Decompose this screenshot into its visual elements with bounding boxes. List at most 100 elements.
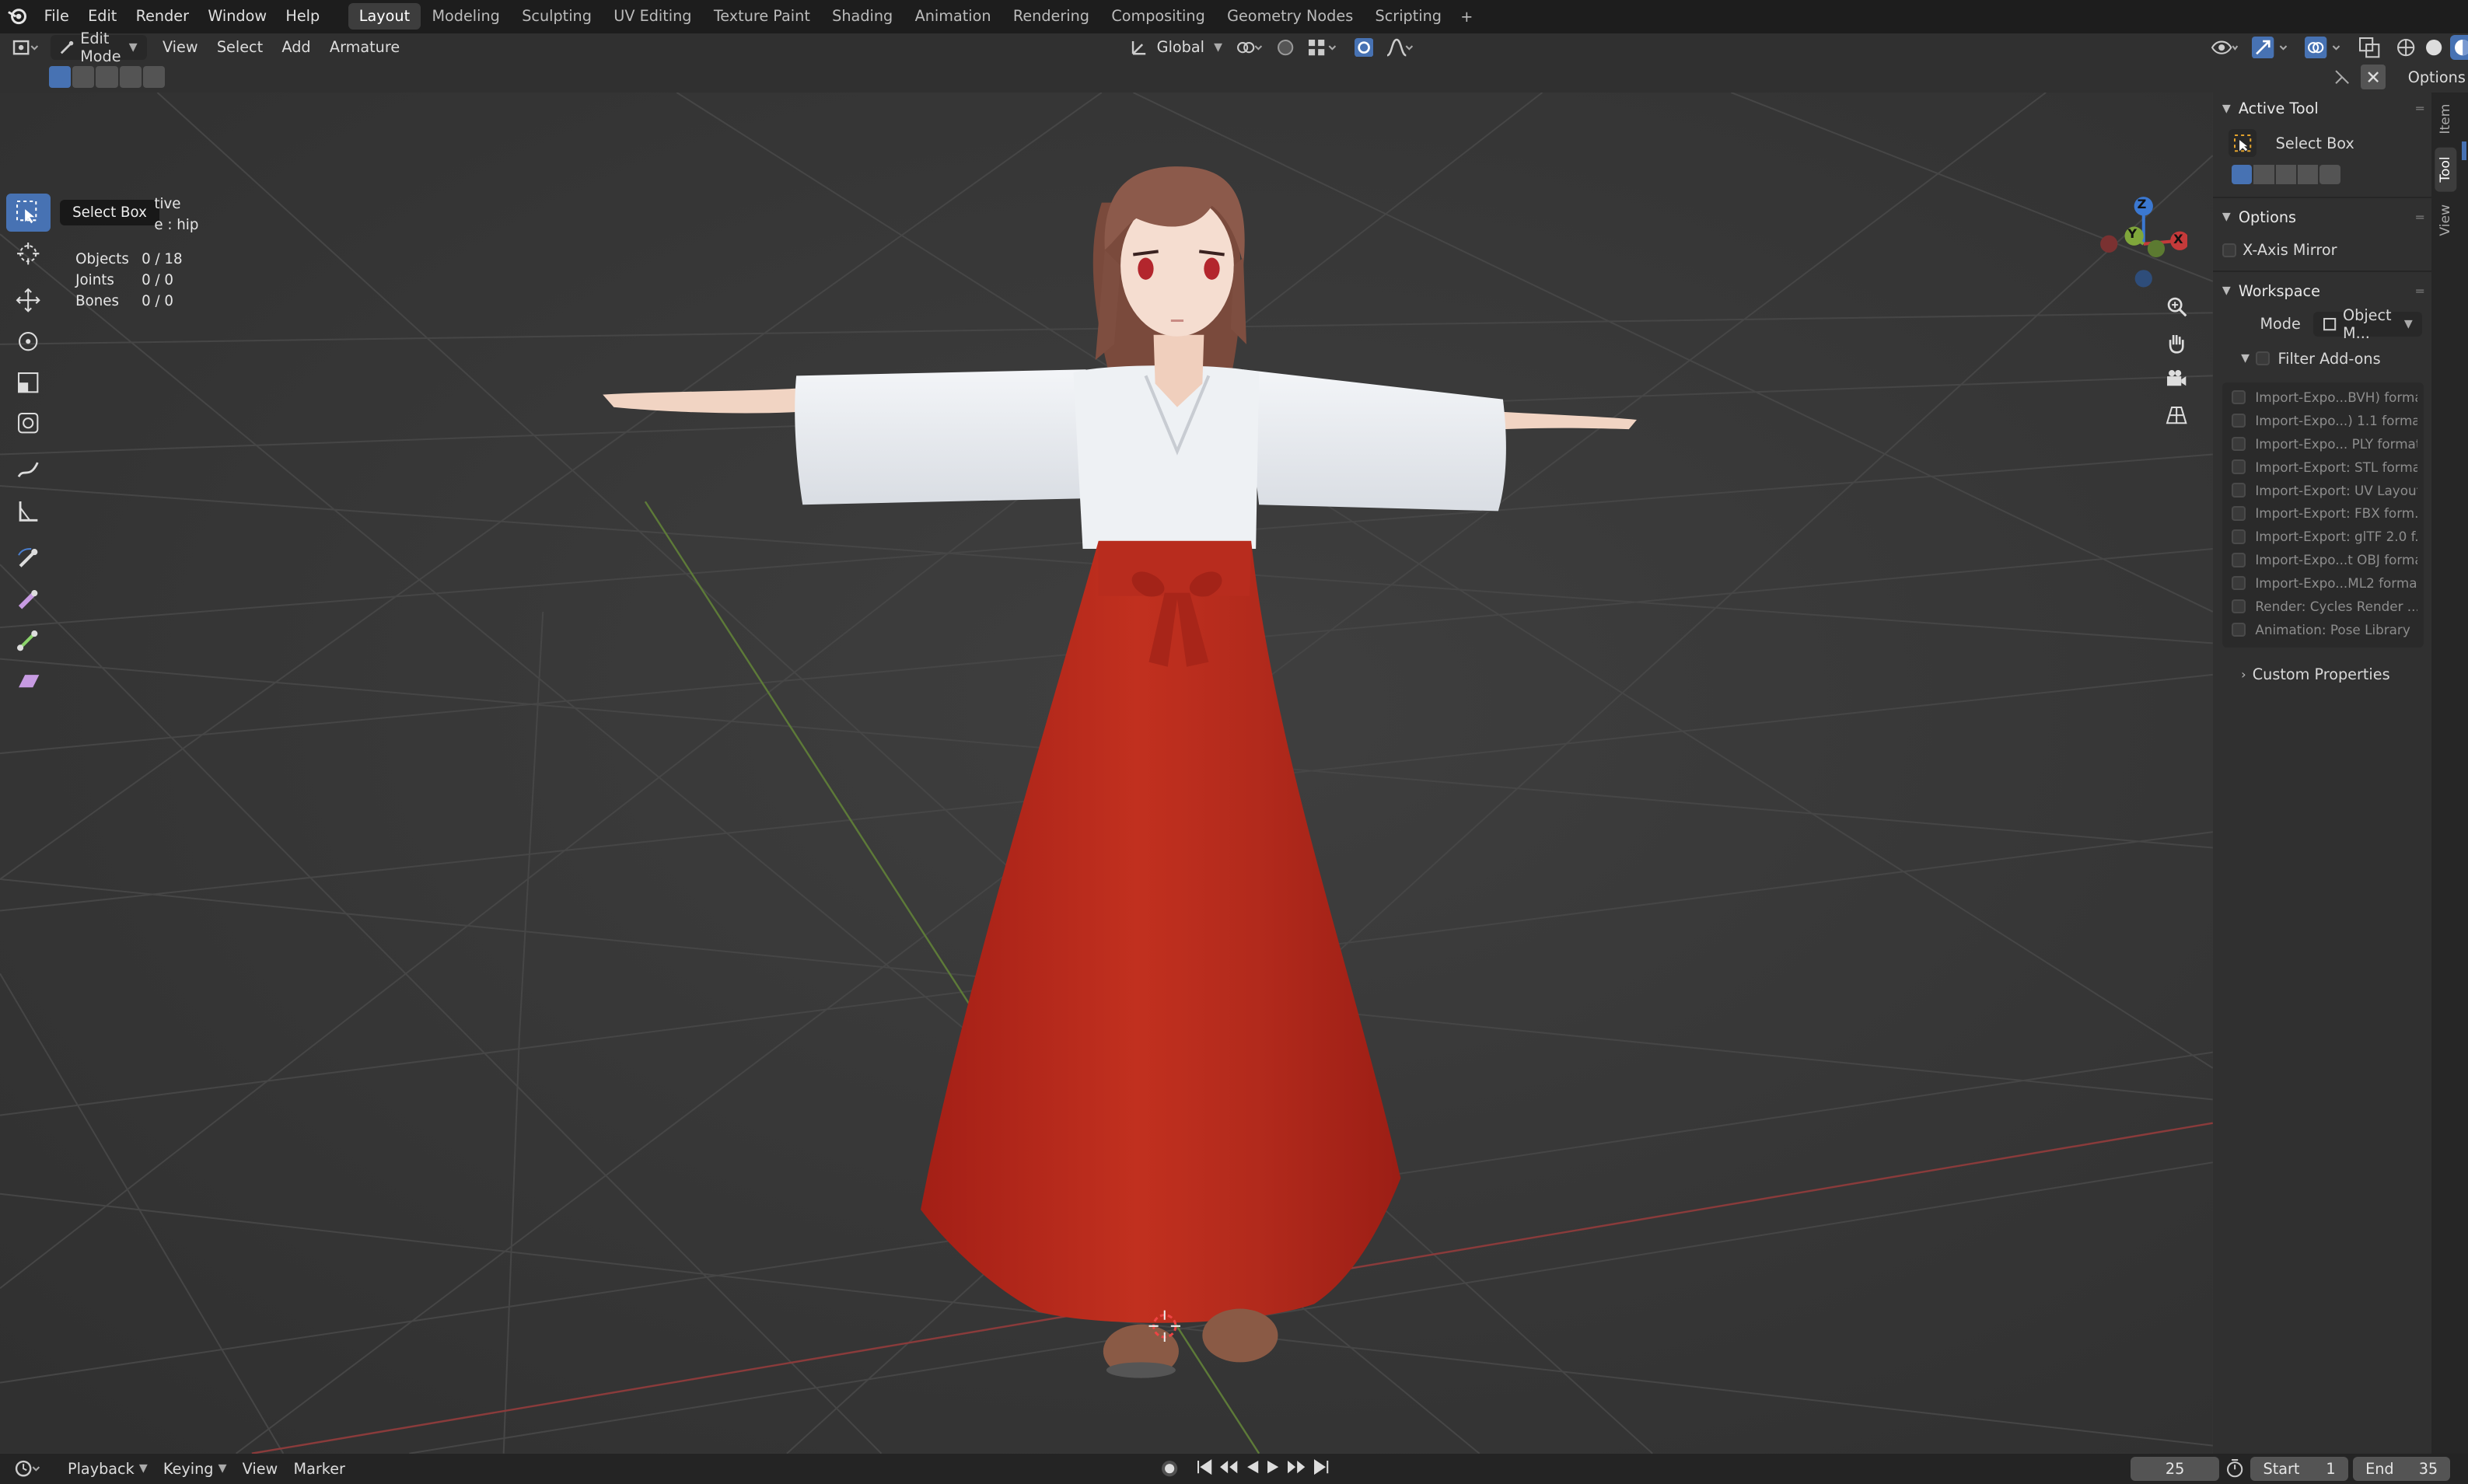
play-reverse-icon[interactable] <box>1243 1458 1261 1480</box>
list-item[interactable]: Import-Expo...t OBJ format <box>2232 548 2417 571</box>
list-item[interactable]: Render: Cycles Render ... <box>2232 595 2417 618</box>
filter-addons-checkbox[interactable] <box>2256 351 2270 366</box>
add-workspace-icon[interactable]: + <box>1452 8 1480 26</box>
tab-uv-editing[interactable]: UV Editing <box>603 3 703 30</box>
list-item[interactable]: Import-Export: STL format <box>2232 456 2417 479</box>
menu-help[interactable]: Help <box>276 0 329 33</box>
tab-texture-paint[interactable]: Texture Paint <box>703 3 821 30</box>
addon-checkbox[interactable] <box>2232 529 2246 544</box>
keying-menu[interactable]: Keying ▼ <box>156 1460 235 1478</box>
menu-edit[interactable]: Edit <box>79 0 127 33</box>
addon-checkbox[interactable] <box>2232 389 2246 404</box>
mode-extend-icon[interactable] <box>2253 165 2274 184</box>
select-box-tool-icon[interactable] <box>6 193 51 232</box>
x-axis-mirror-checkbox[interactable] <box>2222 243 2237 257</box>
prev-keyframe-icon[interactable] <box>1217 1458 1239 1480</box>
navigation-gizmo[interactable]: Z X Y <box>2093 190 2190 292</box>
sidebar-tab-item[interactable]: Item <box>2435 97 2456 141</box>
timeline-editor-icon[interactable] <box>6 1459 51 1478</box>
header-menu-add[interactable]: Add <box>275 35 316 60</box>
3d-viewport[interactable]: Select Box tive e : hip Objects 0 / 18 Jo… <box>0 93 2213 1454</box>
drag-handle-icon[interactable]: ═ <box>2416 284 2424 299</box>
tab-rendering[interactable]: Rendering <box>1002 3 1100 30</box>
tab-scripting[interactable]: Scripting <box>1364 3 1452 30</box>
menu-render[interactable]: Render <box>126 0 198 33</box>
pivot-point-icon[interactable] <box>1229 35 1270 60</box>
camera-view-icon[interactable] <box>2162 363 2190 394</box>
sidebar-tab-view[interactable]: View <box>2435 198 2456 243</box>
annotate-tool-icon[interactable] <box>6 452 51 490</box>
options-panel-header[interactable]: ▼ Options ═ <box>2213 201 2431 232</box>
list-item[interactable]: Import-Export: UV Layout <box>2232 479 2417 502</box>
end-frame-field[interactable]: End 35 <box>2352 1457 2451 1481</box>
start-frame-field[interactable]: Start 1 <box>2250 1457 2348 1481</box>
transform-orientation-dropdown[interactable]: Global ▼ <box>1120 35 1229 60</box>
header-menu-armature[interactable]: Armature <box>323 35 406 60</box>
current-frame-field[interactable]: 25 <box>2131 1457 2219 1481</box>
transform-tool-icon[interactable] <box>6 404 51 442</box>
options-dropdown[interactable]: Options <box>2408 68 2466 86</box>
workspace-panel-header[interactable]: ▼ Workspace ═ <box>2213 275 2431 306</box>
select-extend-icon[interactable] <box>72 65 95 89</box>
measure-tool-icon[interactable] <box>6 492 51 530</box>
menu-window[interactable]: Window <box>198 0 276 33</box>
mode-invert-icon[interactable] <box>2297 165 2319 184</box>
visibility-icon[interactable] <box>2204 35 2246 60</box>
tab-modeling[interactable]: Modeling <box>421 3 511 30</box>
editor-type-icon[interactable] <box>6 35 44 60</box>
close-x-icon[interactable] <box>2360 64 2386 90</box>
list-item[interactable]: Import-Export: glTF 2.0 f... <box>2232 525 2417 548</box>
addon-checkbox[interactable] <box>2232 436 2246 451</box>
move-tool-icon[interactable] <box>6 281 51 319</box>
stopwatch-icon[interactable] <box>2225 1457 2244 1482</box>
list-item[interactable]: Import-Expo... PLY format <box>2232 432 2417 456</box>
blender-logo-icon[interactable] <box>0 0 35 33</box>
select-subtract-icon[interactable] <box>96 65 118 89</box>
list-item[interactable]: Animation: Pose Library <box>2232 618 2417 641</box>
addon-checkbox[interactable] <box>2232 483 2246 498</box>
pin-scene-icon[interactable] <box>2330 65 2354 89</box>
overlays-toggle-icon[interactable] <box>2298 35 2352 60</box>
custom-properties-row[interactable]: › Custom Properties <box>2213 657 2431 692</box>
mode-set-icon[interactable] <box>2232 165 2253 184</box>
next-keyframe-icon[interactable] <box>1286 1458 1308 1480</box>
mode-subtract-icon[interactable] <box>2275 165 2296 184</box>
sidebar-tab-tool[interactable]: Tool <box>2435 148 2457 192</box>
tab-geometry-nodes[interactable]: Geometry Nodes <box>1216 3 1364 30</box>
gizmo-toggle-icon[interactable] <box>2246 35 2299 60</box>
active-tool-panel-header[interactable]: ▼ Active Tool ═ <box>2213 93 2431 124</box>
select-difference-icon[interactable] <box>119 65 142 89</box>
snap-toggle-icon[interactable] <box>1270 35 1301 60</box>
mode-intersect-icon[interactable] <box>2319 165 2340 184</box>
proportional-editing-icon[interactable] <box>1348 35 1379 60</box>
addon-checkbox[interactable] <box>2232 599 2246 614</box>
scale-tool-icon[interactable] <box>6 363 51 401</box>
menu-file[interactable]: File <box>35 0 79 33</box>
drag-handle-icon[interactable]: ═ <box>2416 101 2424 116</box>
addon-checkbox[interactable] <box>2232 413 2246 428</box>
addon-checkbox[interactable] <box>2232 553 2246 567</box>
extrude-tool-icon[interactable] <box>6 621 51 659</box>
material-shading-icon[interactable] <box>2449 34 2468 60</box>
filter-addons-row[interactable]: ▼ Filter Add-ons <box>2213 341 2431 376</box>
list-item[interactable]: Import-Expo...) 1.1 format <box>2232 409 2417 432</box>
select-new-icon[interactable] <box>48 65 72 89</box>
solid-shading-icon[interactable] <box>2421 35 2446 60</box>
play-icon[interactable] <box>1264 1458 1283 1480</box>
tab-shading[interactable]: Shading <box>821 3 904 30</box>
perspective-toggle-icon[interactable] <box>2162 400 2190 431</box>
xray-toggle-icon[interactable] <box>2352 35 2387 60</box>
sidebar-resize-handle[interactable] <box>2461 141 2466 161</box>
tab-compositing[interactable]: Compositing <box>1100 3 1216 30</box>
zoom-icon[interactable] <box>2162 291 2190 322</box>
timeline-view-menu[interactable]: View <box>235 1460 286 1478</box>
marker-menu[interactable]: Marker <box>285 1460 353 1478</box>
tab-sculpting[interactable]: Sculpting <box>511 3 603 30</box>
bone-size-tool-icon[interactable] <box>6 581 51 619</box>
mode-dropdown[interactable]: Edit Mode ▼ <box>50 30 147 65</box>
tab-animation[interactable]: Animation <box>904 3 1002 30</box>
jump-end-icon[interactable] <box>1312 1458 1330 1480</box>
header-menu-select[interactable]: Select <box>211 35 269 60</box>
select-box-icon[interactable] <box>2228 128 2257 158</box>
jump-start-icon[interactable] <box>1195 1458 1214 1480</box>
